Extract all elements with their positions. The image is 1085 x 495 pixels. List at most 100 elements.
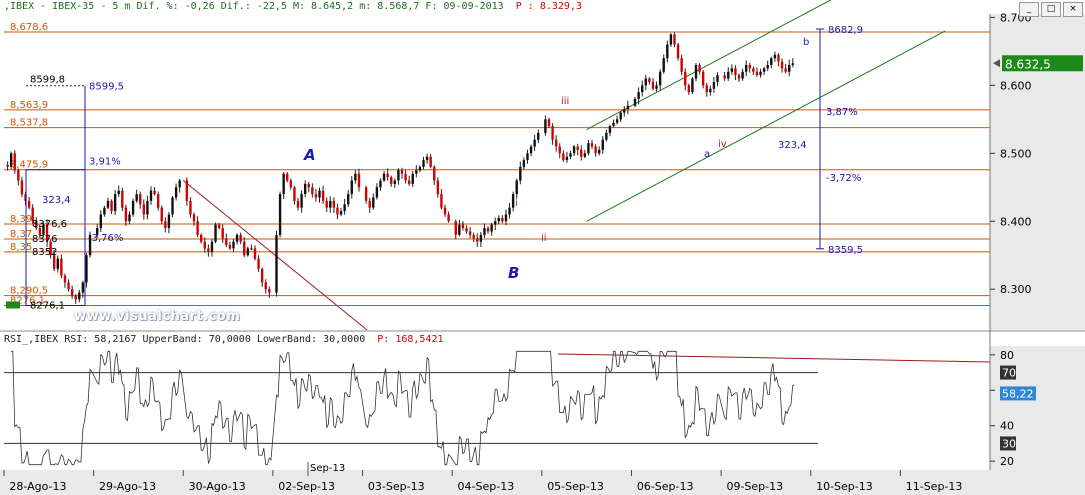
candle bbox=[382, 171, 386, 182]
candle bbox=[135, 189, 138, 203]
candle-body bbox=[149, 190, 153, 201]
candle bbox=[250, 244, 253, 251]
close-button[interactable]: × bbox=[1063, 2, 1083, 17]
candle bbox=[343, 198, 346, 215]
time-axis-label: 05-Sep-13 bbox=[547, 480, 604, 493]
candle bbox=[13, 150, 16, 174]
candle bbox=[131, 198, 135, 217]
fibo-right-top-label: 8682,9 bbox=[828, 25, 863, 36]
candle bbox=[594, 144, 597, 157]
candle-body bbox=[476, 238, 479, 242]
candle bbox=[214, 222, 217, 244]
candle-body bbox=[741, 71, 744, 79]
candle-body bbox=[282, 173, 285, 195]
candle-body bbox=[203, 241, 206, 249]
candle-body bbox=[752, 68, 755, 72]
candle-body bbox=[501, 217, 504, 222]
fibo-left-range-label: 323,4 bbox=[42, 195, 71, 206]
wave-label-i: i bbox=[515, 198, 518, 209]
candle-body bbox=[142, 204, 146, 215]
candle-body bbox=[709, 88, 712, 93]
candle-body bbox=[701, 71, 705, 86]
candle bbox=[167, 212, 171, 234]
candle-body bbox=[303, 183, 307, 195]
candle bbox=[311, 183, 314, 198]
candle-body bbox=[766, 64, 769, 69]
candle-body bbox=[572, 146, 576, 154]
candle-body bbox=[70, 289, 74, 297]
candle bbox=[623, 106, 626, 117]
wave-label-iii: iii bbox=[561, 96, 569, 107]
candle bbox=[78, 289, 81, 303]
candle-body bbox=[494, 221, 497, 225]
candle bbox=[113, 189, 117, 216]
candle bbox=[558, 143, 561, 159]
candle-body bbox=[425, 156, 429, 161]
candle-body bbox=[777, 54, 780, 62]
candle-body bbox=[583, 153, 587, 157]
candle-body bbox=[515, 180, 518, 195]
candle bbox=[386, 168, 389, 181]
candle-body bbox=[171, 197, 174, 215]
candle-body bbox=[490, 224, 493, 232]
candle bbox=[655, 81, 658, 92]
candle-body bbox=[526, 153, 529, 161]
candle-body bbox=[633, 98, 637, 106]
candle-body bbox=[529, 146, 533, 154]
candle bbox=[354, 170, 357, 184]
channel-lower-line bbox=[586, 30, 946, 222]
candle bbox=[752, 66, 755, 75]
candle bbox=[347, 190, 350, 208]
candle bbox=[117, 185, 120, 197]
candle bbox=[325, 197, 328, 212]
rsi-tick-label: 80 bbox=[1000, 349, 1014, 362]
candle-body bbox=[791, 63, 794, 65]
candle bbox=[103, 205, 106, 217]
candle-body bbox=[727, 71, 730, 79]
candle bbox=[615, 115, 619, 125]
candle bbox=[357, 168, 361, 192]
candle bbox=[128, 211, 131, 225]
candle-body bbox=[737, 75, 741, 79]
candle bbox=[777, 53, 780, 67]
candle-body bbox=[443, 207, 447, 215]
window-controls: _ □ × bbox=[1019, 2, 1083, 17]
candle bbox=[239, 232, 242, 245]
candle bbox=[590, 139, 594, 150]
price-header-p: P : 8.329,3 bbox=[515, 1, 582, 12]
rsi-last-label: 58,22 bbox=[1002, 387, 1034, 400]
candle-body bbox=[590, 143, 594, 147]
candle-body bbox=[178, 180, 181, 188]
candle-body bbox=[404, 173, 407, 181]
chart-canvas[interactable]: 8.3008.4008.5008.6008.7008,678,68,563,98… bbox=[0, 0, 1085, 495]
candle-body bbox=[250, 248, 253, 250]
rsi-header: RSI_,IBEX RSI: 58,2167 UpperBand: 70,000… bbox=[4, 334, 444, 345]
fibo-right-neg-pct-label: -3,72% bbox=[826, 173, 861, 184]
candle bbox=[253, 245, 257, 261]
candle bbox=[544, 115, 547, 136]
candle bbox=[633, 96, 637, 108]
candle-body bbox=[164, 221, 167, 229]
candle-body bbox=[81, 282, 85, 293]
candle-body bbox=[619, 112, 622, 120]
candle-body bbox=[128, 214, 131, 222]
candle bbox=[583, 149, 587, 159]
candle-body bbox=[522, 160, 526, 167]
candle-body bbox=[228, 245, 232, 249]
candle bbox=[246, 246, 250, 257]
candle-body bbox=[318, 190, 321, 198]
minimize-button[interactable]: _ bbox=[1019, 2, 1039, 17]
candle-body bbox=[235, 234, 239, 242]
candle bbox=[56, 255, 59, 273]
candle bbox=[712, 76, 716, 93]
candle bbox=[372, 193, 375, 210]
candle bbox=[770, 56, 773, 69]
candle bbox=[203, 237, 206, 253]
candle-body bbox=[257, 258, 260, 269]
candle bbox=[662, 54, 665, 74]
candle bbox=[766, 60, 769, 72]
candle-body bbox=[63, 275, 67, 283]
maximize-button[interactable]: □ bbox=[1041, 2, 1061, 17]
candle-body bbox=[788, 64, 791, 72]
candle-body bbox=[13, 153, 16, 171]
